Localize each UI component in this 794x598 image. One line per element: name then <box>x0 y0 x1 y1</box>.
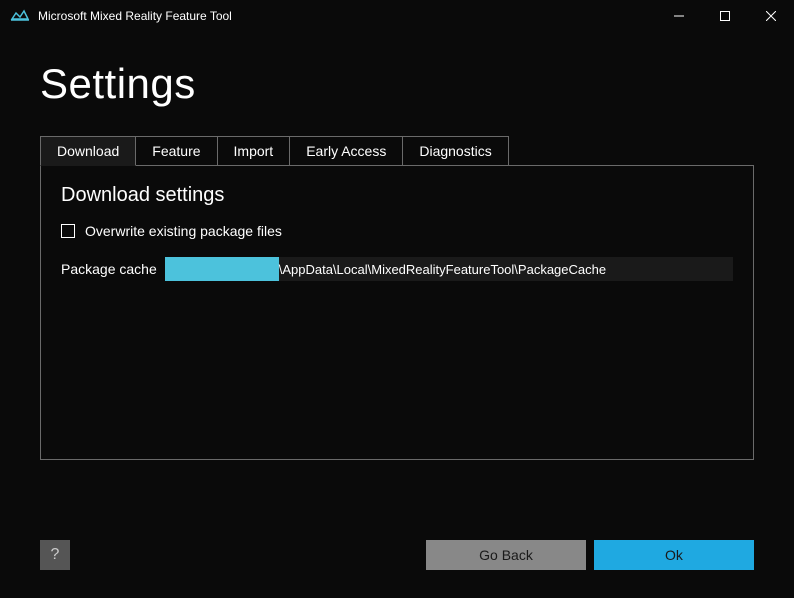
package-cache-path: \AppData\Local\MixedRealityFeatureTool\P… <box>279 262 606 277</box>
titlebar-title: Microsoft Mixed Reality Feature Tool <box>38 9 232 23</box>
tab-feature[interactable]: Feature <box>135 136 217 166</box>
go-back-button[interactable]: Go Back <box>426 540 586 570</box>
package-cache-label: Package cache <box>61 261 157 277</box>
redacted-block <box>165 257 279 281</box>
tabs: Download Feature Import Early Access Dia… <box>40 136 754 166</box>
package-cache-input[interactable]: \AppData\Local\MixedRealityFeatureTool\P… <box>165 257 733 281</box>
package-cache-row: Package cache \AppData\Local\MixedRealit… <box>61 257 733 281</box>
panel-heading: Download settings <box>61 184 733 207</box>
tab-panel-download: Download settings Overwrite existing pac… <box>40 165 754 460</box>
titlebar-controls <box>656 0 794 32</box>
maximize-button[interactable] <box>702 0 748 32</box>
ok-button[interactable]: Ok <box>594 540 754 570</box>
footer-buttons: Go Back Ok <box>426 540 754 570</box>
titlebar: Microsoft Mixed Reality Feature Tool <box>0 0 794 32</box>
help-button[interactable]: ? <box>40 540 70 570</box>
tab-download[interactable]: Download <box>40 136 136 166</box>
overwrite-checkbox[interactable] <box>61 224 75 238</box>
minimize-button[interactable] <box>656 0 702 32</box>
tab-import[interactable]: Import <box>217 136 291 166</box>
app-icon <box>10 8 30 24</box>
tab-diagnostics[interactable]: Diagnostics <box>402 136 508 166</box>
tab-early-access[interactable]: Early Access <box>289 136 403 166</box>
overwrite-checkbox-label: Overwrite existing package files <box>85 223 282 239</box>
close-button[interactable] <box>748 0 794 32</box>
footer: ? Go Back Ok <box>40 540 754 570</box>
page-title: Settings <box>40 60 754 108</box>
overwrite-checkbox-row: Overwrite existing package files <box>61 223 733 239</box>
content-area: Settings Download Feature Import Early A… <box>0 60 794 460</box>
